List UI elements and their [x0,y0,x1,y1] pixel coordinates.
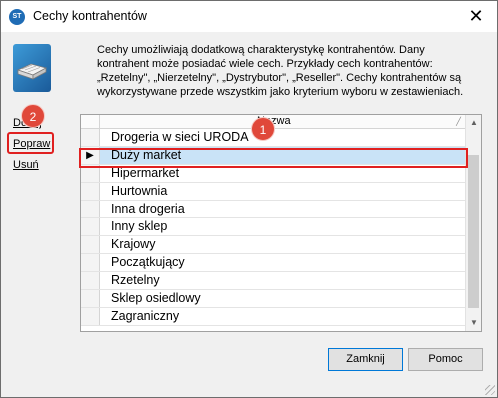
row-indicator [81,236,100,254]
row-label: Sklep osiedlowy [111,291,201,306]
sort-icon: ╱ [456,117,461,126]
table-row[interactable]: Zagraniczny [81,307,465,326]
dialog-content: Cechy umożliwiają dodatkową charakteryst… [1,32,497,397]
scroll-thumb[interactable] [468,155,479,308]
row-label: Hurtownia [111,183,168,198]
dialog-window: ST Cechy kontrahentów ✕ Cechy umożliwiaj… [0,0,498,398]
row-indicator [81,218,100,236]
close-window-button[interactable]: ✕ [465,6,487,26]
row-indicator [81,254,100,272]
row-indicator [81,182,100,200]
help-button[interactable]: Pomoc [408,348,483,371]
annotation-badge-2: 2 [21,104,45,128]
row-indicator [81,272,100,290]
row-label: Rzetelny [111,273,160,288]
row-indicator [81,307,100,325]
resize-grip[interactable] [485,385,495,395]
row-label: Początkujący [111,255,185,270]
row-indicator [81,200,100,218]
table-row[interactable]: Inny sklep [81,218,465,237]
close-button[interactable]: Zamknij [328,348,403,371]
grid-header-corner [81,115,100,129]
scroll-down-icon[interactable]: ▼ [466,315,481,331]
table-row[interactable]: Początkujący [81,254,465,273]
table-row[interactable]: Rzetelny [81,272,465,291]
table-row[interactable]: Sklep osiedlowy [81,290,465,308]
row-label: Inny sklep [111,219,168,234]
table-row[interactable]: Krajowy [81,236,465,255]
row-label: Zagraniczny [111,308,180,323]
window-title: Cechy kontrahentów [33,9,147,23]
selected-row-highlight [79,148,468,168]
row-label: Inna drogeria [111,201,185,216]
row-label: Krajowy [111,237,156,252]
title-bar: ST Cechy kontrahentów ✕ [1,1,497,32]
delete-link[interactable]: Usuń [13,159,39,171]
table-row[interactable]: Inna drogeria [81,200,465,219]
row-indicator [81,290,100,307]
row-indicator [81,129,100,146]
annotation-badge-1: 1 [251,117,275,141]
book-icon [13,44,51,92]
features-grid: Nazwa ╱ Drogeria w sieci URODA ▶ Duży mark… [80,114,482,332]
dialog-description: Cechy umożliwiają dodatkową charakteryst… [97,44,464,98]
edit-highlight-box [7,132,54,154]
table-row[interactable]: Hurtownia [81,182,465,201]
row-label: Drogeria w sieci URODA [111,130,249,144]
app-icon: ST [9,9,25,25]
scroll-up-icon[interactable]: ▲ [466,115,481,131]
